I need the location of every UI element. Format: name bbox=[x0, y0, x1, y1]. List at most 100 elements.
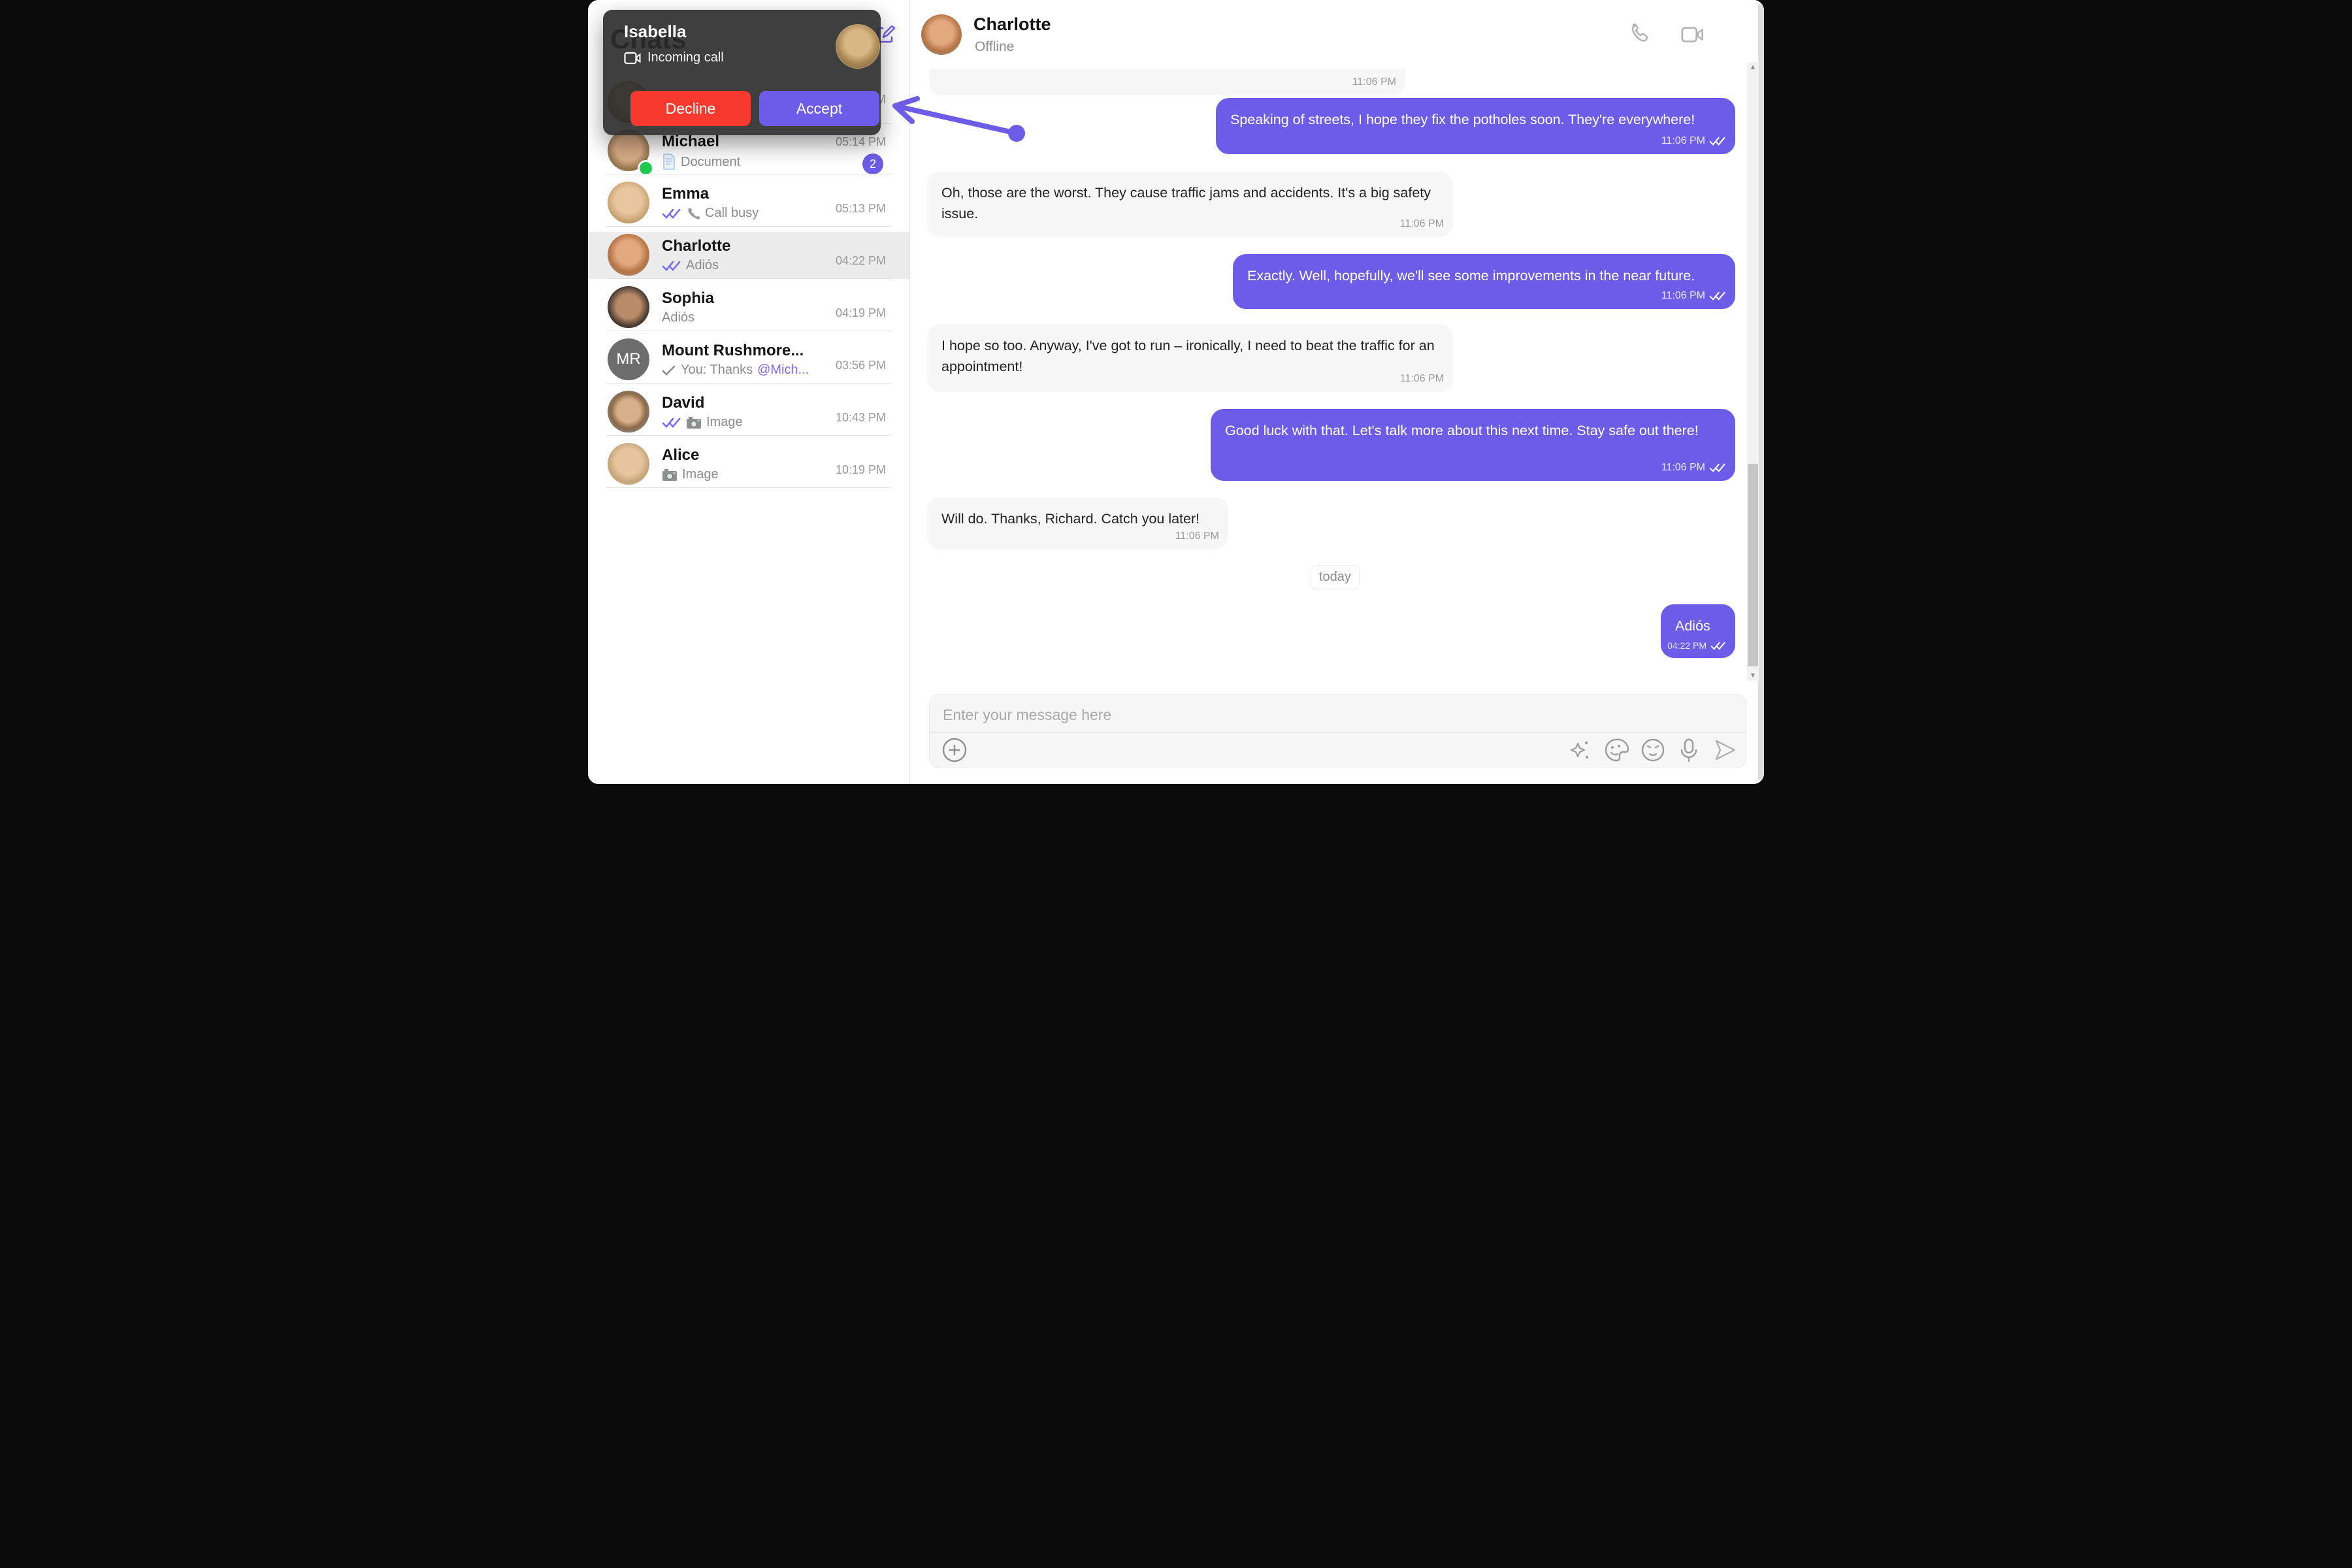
avatar bbox=[608, 391, 649, 433]
conversation-name: Charlotte bbox=[973, 14, 1051, 35]
message-input[interactable]: Enter your message here bbox=[943, 706, 1111, 724]
unread-badge: 2 bbox=[862, 154, 883, 174]
row-divider bbox=[606, 278, 891, 279]
row-divider bbox=[606, 487, 891, 488]
chat-time: 04:19 PM bbox=[836, 306, 886, 320]
double-check-icon bbox=[662, 260, 681, 272]
chat-list-item-david[interactable]: David Image 10:43 PM bbox=[588, 389, 909, 436]
message-bubble-incoming: Will do. Thanks, Richard. Catch you late… bbox=[927, 497, 1228, 549]
chat-preview: Call busy bbox=[705, 206, 759, 221]
chat-list-item-alice[interactable]: Alice Image 10:19 PM bbox=[588, 441, 909, 488]
message-text: Speaking of streets, I hope they fix the… bbox=[1216, 98, 1735, 152]
scroll-up-icon[interactable]: ▲ bbox=[1748, 64, 1757, 71]
video-camera-icon bbox=[624, 52, 641, 65]
sparkles-icon[interactable] bbox=[1567, 737, 1593, 763]
message-composer[interactable]: Enter your message here bbox=[929, 694, 1746, 768]
chat-preview: You: Thanks bbox=[681, 363, 753, 378]
message-bubble-outgoing: Adiós 04:22 PM bbox=[1661, 604, 1735, 658]
mention-text: @Mich... bbox=[757, 363, 809, 378]
scroll-down-icon[interactable]: ▼ bbox=[1748, 672, 1757, 679]
chat-time: 04:22 PM bbox=[836, 254, 886, 268]
double-check-icon bbox=[1709, 463, 1726, 473]
accept-button[interactable]: Accept bbox=[759, 91, 879, 126]
chat-name: Michael bbox=[662, 133, 719, 151]
scrollbar[interactable]: ▲ ▼ bbox=[1747, 62, 1759, 681]
incoming-call-popup: Isabella Incoming call Decline Accept bbox=[603, 10, 881, 135]
chat-name: Mount Rushmore... bbox=[662, 342, 804, 360]
double-check-icon bbox=[1709, 291, 1726, 301]
avatar bbox=[608, 182, 649, 223]
phone-call-icon[interactable] bbox=[1629, 22, 1654, 47]
scrollbar-thumb[interactable] bbox=[1748, 464, 1758, 666]
row-divider bbox=[606, 435, 891, 436]
chat-name: Alice bbox=[662, 446, 699, 465]
call-status: Incoming call bbox=[647, 50, 724, 65]
message-bubble-outgoing: Exactly. Well, hopefully, we'll see some… bbox=[1233, 254, 1735, 309]
double-check-icon bbox=[1709, 136, 1726, 146]
message-time: 11:06 PM bbox=[1661, 460, 1705, 476]
emoji-icon[interactable] bbox=[1640, 737, 1666, 763]
window-edge bbox=[1758, 4, 1764, 780]
chat-name: David bbox=[662, 394, 704, 412]
chat-preview: Image bbox=[706, 415, 743, 430]
camera-icon bbox=[662, 468, 678, 482]
camera-icon bbox=[686, 416, 702, 429]
message-time: 11:06 PM bbox=[1661, 133, 1705, 149]
message-text: Good luck with that. Let's talk more abo… bbox=[1211, 409, 1735, 463]
send-icon[interactable] bbox=[1712, 737, 1739, 763]
chat-time: 05:13 PM bbox=[836, 202, 886, 216]
app-window: Chats Incoming call 05:15 PM Michael Doc… bbox=[588, 0, 1764, 784]
message-time: 11:06 PM bbox=[1400, 371, 1444, 387]
sticker-icon[interactable] bbox=[1603, 737, 1629, 763]
chat-preview: Adiós bbox=[686, 258, 719, 273]
avatar-initials: MR bbox=[608, 338, 649, 380]
conversation-header: Charlotte Offline bbox=[910, 0, 1764, 69]
caller-name: Isabella bbox=[624, 22, 686, 42]
chat-list-item-sophia[interactable]: Sophia Adiós 04:19 PM bbox=[588, 284, 909, 331]
video-camera-icon[interactable] bbox=[1680, 22, 1705, 47]
double-check-icon bbox=[1710, 641, 1726, 651]
chat-time: 05:14 PM bbox=[836, 135, 886, 149]
chat-time: 10:19 PM bbox=[836, 463, 886, 477]
caller-avatar bbox=[836, 24, 880, 69]
message-text: I hope so too. Anyway, I've got to run –… bbox=[927, 324, 1453, 400]
row-divider bbox=[606, 383, 891, 384]
single-check-icon bbox=[662, 365, 676, 376]
chat-name: Sophia bbox=[662, 289, 714, 308]
composer-divider bbox=[930, 732, 1746, 733]
chat-preview: Image bbox=[682, 467, 719, 482]
avatar bbox=[608, 234, 649, 276]
chat-list-item-charlotte[interactable]: Charlotte Adiós 04:22 PM bbox=[588, 232, 909, 279]
microphone-icon[interactable] bbox=[1676, 737, 1702, 763]
message-bubble-incoming: I hope so too. Anyway, I've got to run –… bbox=[927, 324, 1453, 392]
chat-list-item-mount-rushmore[interactable]: MR Mount Rushmore... You: Thanks @Mich..… bbox=[588, 336, 909, 384]
message-bubble-outgoing: Good luck with that. Let's talk more abo… bbox=[1211, 409, 1735, 481]
chat-name: Charlotte bbox=[662, 237, 730, 255]
message-bubble-outgoing: Speaking of streets, I hope they fix the… bbox=[1216, 98, 1735, 154]
message-time: 11:06 PM bbox=[1661, 288, 1705, 304]
message-bubble-incoming: Oh, those are the worst. They cause traf… bbox=[927, 171, 1453, 237]
message-text: Exactly. Well, hopefully, we'll see some… bbox=[1233, 254, 1735, 308]
avatar bbox=[608, 443, 649, 485]
document-icon bbox=[662, 154, 676, 171]
decline-button[interactable]: Decline bbox=[630, 91, 751, 126]
chat-list-item-emma[interactable]: Emma Call busy 05:13 PM bbox=[588, 180, 909, 227]
phone-icon bbox=[686, 206, 700, 221]
plus-icon[interactable] bbox=[941, 737, 968, 763]
row-divider bbox=[606, 226, 891, 227]
chat-preview: Document bbox=[681, 155, 740, 170]
chat-time: 10:43 PM bbox=[836, 411, 886, 425]
avatar bbox=[608, 286, 649, 328]
message-time: 11:06 PM bbox=[1352, 74, 1396, 90]
conversation-status: Offline bbox=[975, 39, 1014, 55]
chat-time: 03:56 PM bbox=[836, 359, 886, 372]
chat-preview: Adiós bbox=[662, 310, 694, 325]
message-time: 11:06 PM bbox=[1400, 216, 1444, 232]
date-divider: today bbox=[1311, 565, 1360, 589]
message-time: 04:22 PM bbox=[1667, 639, 1707, 653]
conversation-panel: 11:06 PM Speaking of streets, I hope the… bbox=[910, 0, 1764, 784]
chat-name: Emma bbox=[662, 185, 709, 203]
double-check-icon bbox=[662, 417, 681, 429]
message-time: 11:06 PM bbox=[1175, 529, 1219, 544]
message-text: Oh, those are the worst. They cause traf… bbox=[927, 171, 1453, 247]
